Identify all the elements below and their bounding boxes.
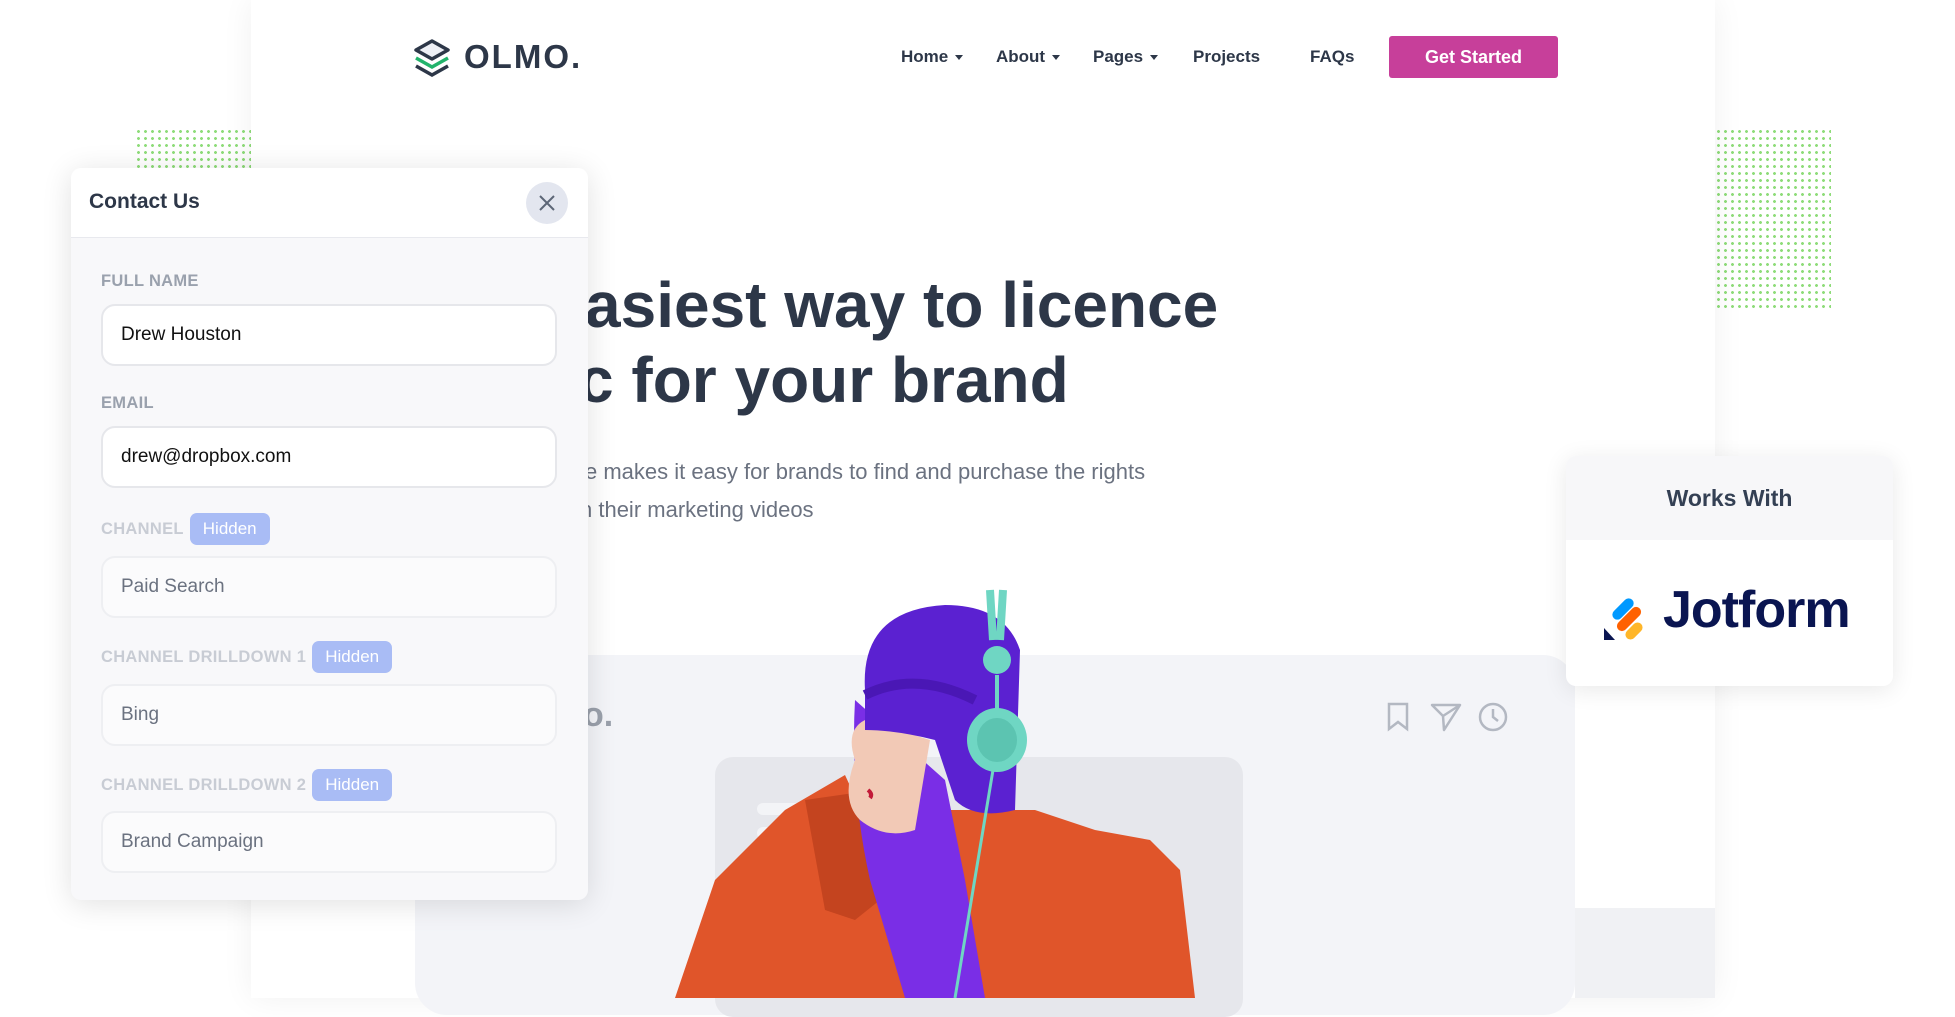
channel-drilldown-1-label-text: CHANNEL DRILLDOWN 1 [101, 648, 307, 666]
channel-label-text: CHANNEL [101, 520, 184, 538]
close-button[interactable] [526, 182, 568, 224]
channel-drilldown-1-input[interactable]: Bing [101, 684, 557, 746]
nav-faqs[interactable]: FAQs [1310, 47, 1354, 67]
full-name-input[interactable]: Drew Houston [101, 304, 557, 366]
caret-down-icon [1052, 55, 1061, 61]
brand-logo[interactable]: OLMO. [464, 38, 582, 76]
nav-home[interactable]: Home [901, 47, 964, 67]
olmo-logo-icon [414, 39, 450, 78]
send-icon[interactable] [1430, 702, 1462, 732]
nav-about[interactable]: About [996, 47, 1061, 67]
hero-heading-line2: c for your brand [578, 344, 1069, 416]
woman-with-headphones-image [675, 589, 1195, 998]
caret-down-icon [1150, 55, 1159, 61]
works-with-title: Works With [1566, 456, 1893, 540]
hidden-badge: Hidden [312, 641, 393, 673]
email-input[interactable]: drew@dropbox.com [101, 426, 557, 488]
hero-subtitle-line1: e makes it easy for brands to find and p… [585, 459, 1146, 484]
caret-down-icon [955, 55, 964, 61]
get-started-button[interactable]: Get Started [1389, 36, 1558, 78]
nav-about-label: About [996, 47, 1046, 66]
channel-drilldown-2-input[interactable]: Brand Campaign [101, 811, 557, 873]
full-name-label: FULL NAME [101, 272, 199, 290]
page-bottom-strip [1575, 908, 1715, 998]
bookmark-icon[interactable] [1386, 702, 1410, 732]
dot-pattern-left [135, 128, 251, 168]
panel-header: Contact Us [71, 168, 588, 238]
contact-us-form-panel: Contact Us FULL NAME Drew Houston EMAIL … [71, 168, 588, 900]
nav-pages[interactable]: Pages [1093, 47, 1159, 67]
channel-drilldown-1-label: CHANNEL DRILLDOWN 1 Hidden [101, 641, 393, 673]
hidden-badge: Hidden [189, 513, 270, 545]
jotform-logo-icon [1604, 598, 1643, 640]
nav-projects[interactable]: Projects [1193, 47, 1260, 67]
works-with-card: Works With Jotform [1566, 456, 1893, 686]
close-icon [539, 195, 555, 211]
email-label: EMAIL [101, 394, 154, 412]
channel-label: CHANNEL Hidden [101, 513, 270, 545]
hero-subtitle-line2: n their marketing videos [580, 497, 814, 522]
dot-pattern-right [1715, 128, 1831, 308]
hero-heading-line1: asiest way to licence [585, 269, 1219, 341]
panel-title: Contact Us [89, 190, 200, 213]
hidden-badge: Hidden [312, 769, 393, 801]
channel-input[interactable]: Paid Search [101, 556, 557, 618]
nav-home-label: Home [901, 47, 949, 66]
nav-pages-label: Pages [1093, 47, 1144, 66]
channel-drilldown-2-label-text: CHANNEL DRILLDOWN 2 [101, 776, 307, 794]
jotform-logo: Jotform [1663, 581, 1851, 639]
channel-drilldown-2-label: CHANNEL DRILLDOWN 2 Hidden [101, 769, 393, 801]
clock-icon[interactable] [1477, 701, 1509, 733]
